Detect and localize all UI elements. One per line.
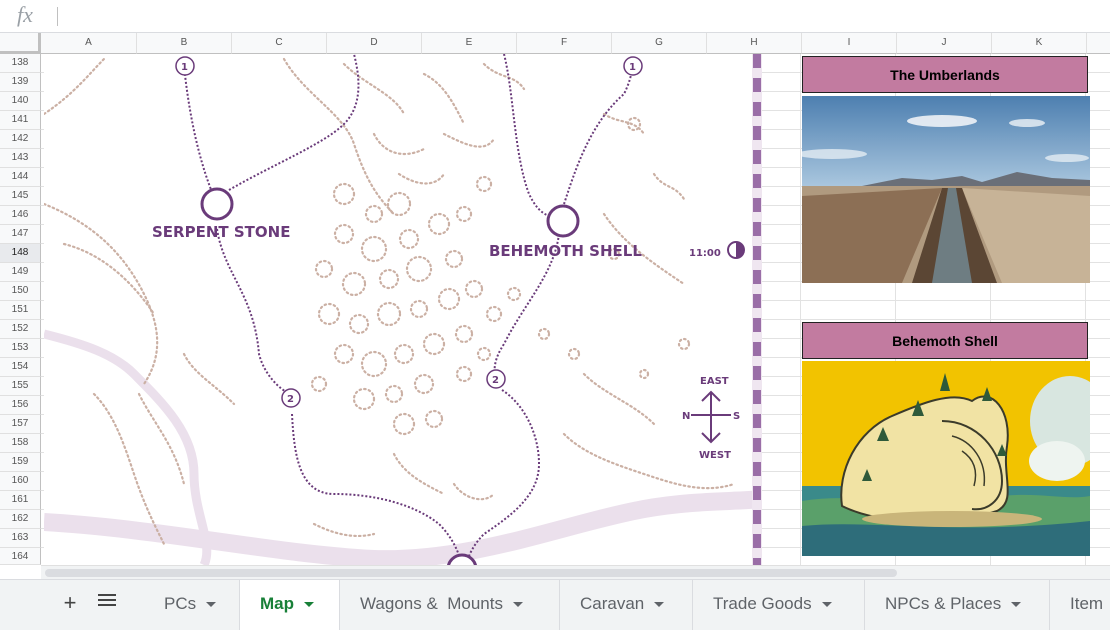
column-header-c[interactable]: C [232, 33, 327, 54]
column-header-a[interactable]: A [41, 33, 137, 54]
row-header[interactable]: 164 [0, 548, 41, 565]
tab-caravan[interactable]: Caravan [560, 580, 693, 630]
map-image[interactable]: SERPENT STONE BEHEMOTH SHELL 1 1 2 2 11:… [44, 54, 762, 565]
select-all-corner[interactable] [0, 33, 41, 54]
scrollbar-thumb[interactable] [45, 569, 897, 577]
chevron-down-icon[interactable] [1011, 602, 1022, 608]
column-header-d[interactable]: D [327, 33, 422, 54]
row-header[interactable]: 155 [0, 377, 41, 396]
row-header[interactable]: 143 [0, 149, 41, 168]
chevron-down-icon[interactable] [206, 602, 217, 608]
fx-label: fx [17, 2, 33, 27]
waypoint-marker: 1 [181, 62, 188, 73]
row-header[interactable]: 153 [0, 339, 41, 358]
chevron-down-icon[interactable] [304, 602, 314, 608]
column-header-b[interactable]: B [137, 33, 232, 54]
tab-label: Wagons & Mounts [360, 594, 503, 613]
row-header[interactable]: 160 [0, 472, 41, 491]
formula-separator [57, 7, 58, 26]
sheet-tab-bar: PCs Map Wagons & Mounts Caravan Trade Go… [0, 579, 1110, 630]
row-header[interactable]: 142 [0, 130, 41, 149]
row-header[interactable]: 147 [0, 225, 41, 244]
row-header[interactable]: 162 [0, 510, 41, 529]
tab-trade-goods[interactable]: Trade Goods [693, 580, 865, 630]
formula-input[interactable] [64, 0, 1104, 32]
row-header[interactable]: 150 [0, 282, 41, 301]
row-header[interactable]: 154 [0, 358, 41, 377]
tab-label: NPCs & Places [885, 594, 1002, 613]
tab-label: Caravan [580, 594, 645, 613]
compass-east-label: EAST [700, 376, 729, 387]
list-icon [98, 594, 116, 606]
row-header[interactable]: 149 [0, 263, 41, 282]
row-header[interactable]: 139 [0, 73, 41, 92]
row-header[interactable]: 158 [0, 434, 41, 453]
column-header-f[interactable]: F [517, 33, 612, 54]
row-header[interactable]: 163 [0, 529, 41, 548]
row-header[interactable]: 159 [0, 453, 41, 472]
column-header-k[interactable]: K [992, 33, 1087, 54]
chevron-down-icon[interactable] [513, 602, 523, 608]
row-header[interactable]: 156 [0, 396, 41, 415]
serpent-stone-label: SERPENT STONE [152, 223, 290, 241]
umberlands-header: The Umberlands [802, 56, 1088, 93]
column-header-overflow [1087, 33, 1110, 54]
tab-label: Map [260, 594, 294, 613]
column-header-g[interactable]: G [612, 33, 707, 54]
row-header-selected[interactable]: 148 [0, 244, 41, 263]
behemoth-shell-illustration[interactable] [802, 361, 1090, 556]
waypoint-marker: 2 [492, 375, 499, 386]
column-header-i[interactable]: I [802, 33, 897, 54]
tab-label: Item [1070, 594, 1104, 613]
formula-bar: fx [0, 0, 1110, 33]
compass-west-label: WEST [699, 450, 731, 461]
time-label: 11:00 [689, 248, 721, 259]
tab-pcs[interactable]: PCs [144, 580, 240, 630]
row-header[interactable]: 157 [0, 415, 41, 434]
row-header[interactable]: 138 [0, 54, 41, 73]
moon-phase-icon [727, 241, 745, 259]
row-header[interactable]: 152 [0, 320, 41, 339]
waypoint-marker: 2 [287, 394, 294, 405]
column-header-e[interactable]: E [422, 33, 517, 54]
compass-north-label: N [682, 411, 690, 422]
tab-npcs-places[interactable]: NPCs & Places [865, 580, 1050, 630]
chevron-down-icon[interactable] [654, 602, 665, 608]
behemoth-shell-label: BEHEMOTH SHELL [489, 242, 642, 260]
compass-rose-icon [691, 390, 731, 444]
chevron-down-icon[interactable] [821, 602, 832, 608]
row-header[interactable]: 140 [0, 92, 41, 111]
horizontal-scrollbar[interactable] [41, 565, 1110, 580]
tab-label: Trade Goods [713, 594, 812, 613]
tab-map[interactable]: Map [240, 580, 340, 630]
compass-south-label: S [733, 411, 740, 422]
tab-items[interactable]: Item [1050, 580, 1110, 630]
add-sheet-button[interactable]: + [58, 588, 82, 618]
column-header-h[interactable]: H [707, 33, 802, 54]
row-header[interactable]: 146 [0, 206, 41, 225]
behemoth-shell-header: Behemoth Shell [802, 322, 1088, 359]
tab-label: PCs [164, 594, 197, 613]
umberlands-photo[interactable] [802, 96, 1090, 283]
plus-icon: + [63, 590, 77, 615]
row-header[interactable]: 151 [0, 301, 41, 320]
row-header[interactable]: 141 [0, 111, 41, 130]
tab-wagons-mounts[interactable]: Wagons & Mounts [340, 580, 560, 630]
row-header[interactable]: 161 [0, 491, 41, 510]
row-header[interactable]: 145 [0, 187, 41, 206]
column-header-j[interactable]: J [897, 33, 992, 54]
waypoint-marker: 1 [629, 62, 636, 73]
all-sheets-button[interactable] [98, 594, 116, 610]
row-header[interactable]: 144 [0, 168, 41, 187]
